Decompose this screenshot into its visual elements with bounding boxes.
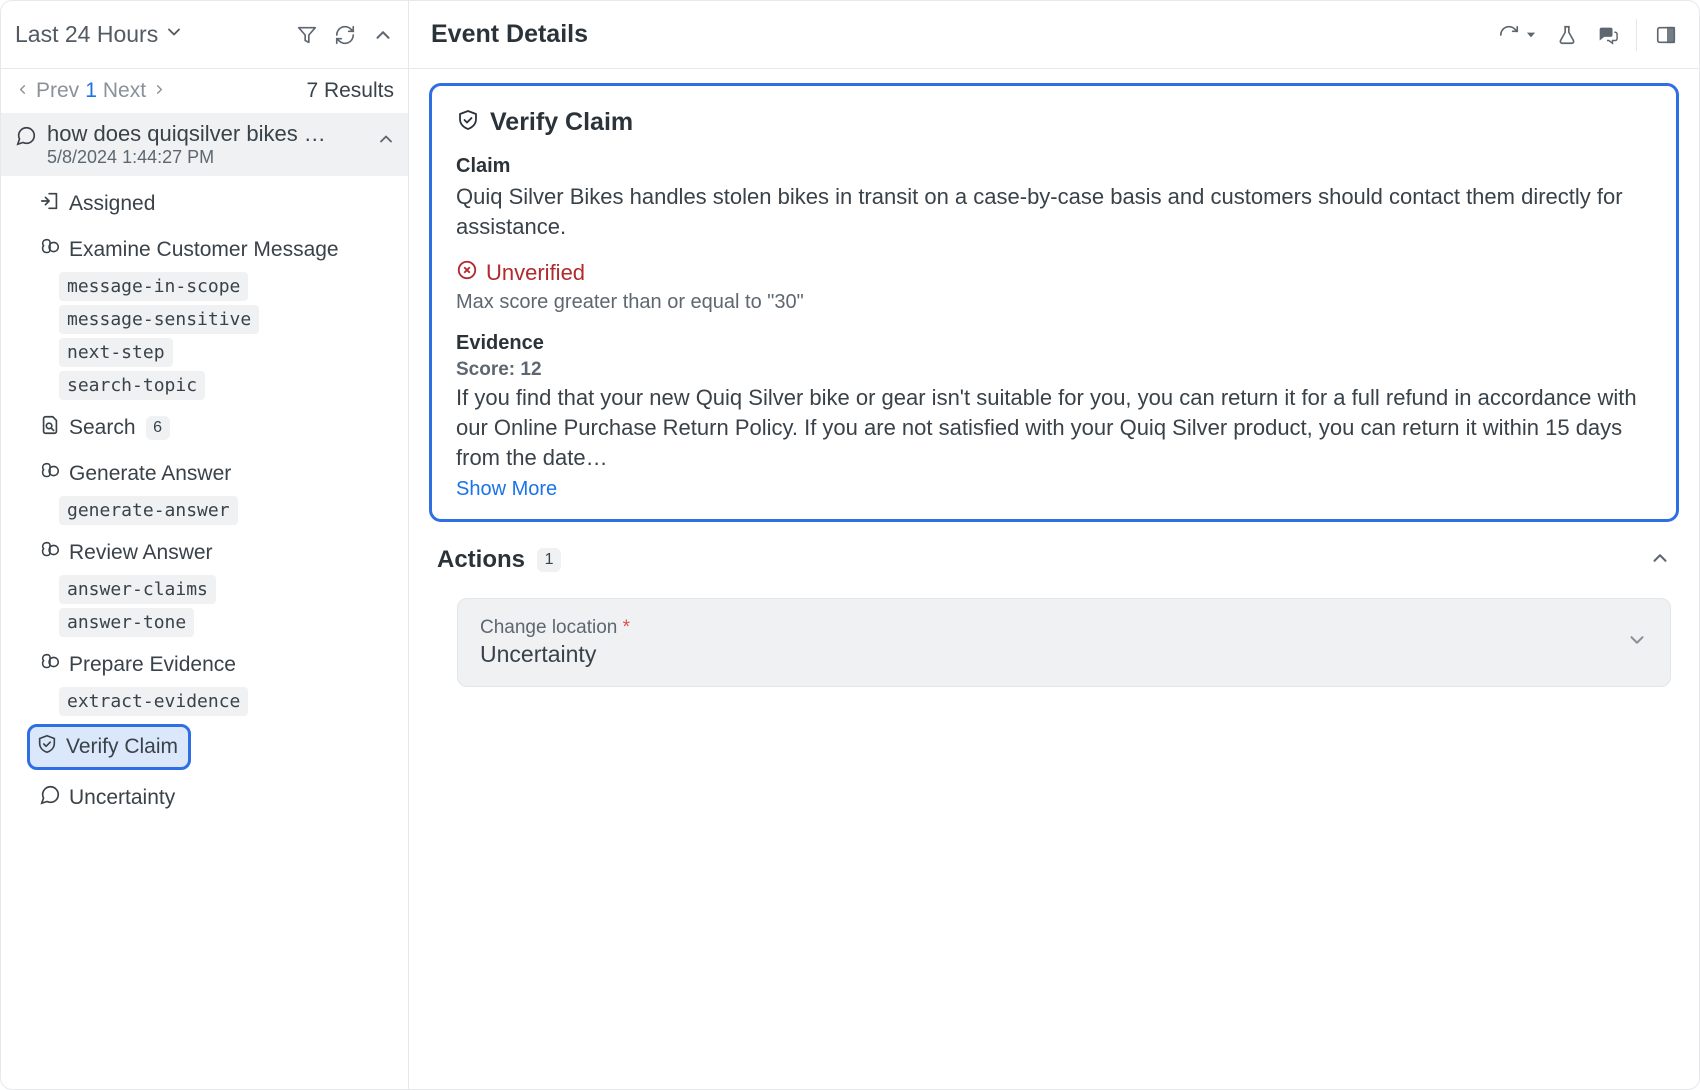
actions-section-header[interactable]: Actions 1 xyxy=(409,546,1699,574)
required-indicator: * xyxy=(623,617,630,638)
brain-icon xyxy=(39,460,61,488)
show-more-link[interactable]: Show More xyxy=(456,478,1652,501)
filter-icon[interactable] xyxy=(296,24,318,46)
node-label: Assigned xyxy=(69,192,155,216)
chevron-left-icon[interactable] xyxy=(15,79,30,103)
main-panel: Event Details xyxy=(409,1,1699,1089)
panel-toggle-icon[interactable] xyxy=(1655,24,1677,46)
chip[interactable]: answer-tone xyxy=(59,608,194,637)
action-field-value: Uncertainty xyxy=(480,641,630,668)
brain-icon xyxy=(39,236,61,264)
status-label: Unverified xyxy=(486,260,585,286)
results-count: 7 Results xyxy=(306,79,394,103)
speech-icon xyxy=(15,125,37,152)
chip[interactable]: message-in-scope xyxy=(59,272,248,301)
count-badge: 6 xyxy=(146,416,170,440)
actions-title: Actions xyxy=(437,546,525,574)
shield-check-icon xyxy=(456,108,480,137)
error-circle-icon xyxy=(456,259,478,287)
collapse-actions-icon[interactable] xyxy=(1649,547,1671,574)
node-generate[interactable]: Generate Answer xyxy=(1,456,408,492)
node-review[interactable]: Review Answer xyxy=(1,535,408,571)
evidence-text: If you find that your new Quiq Silver bi… xyxy=(456,383,1652,472)
chat-icon[interactable] xyxy=(1596,24,1618,46)
chip[interactable]: search-topic xyxy=(59,371,205,400)
claim-text: Quiq Silver Bikes handles stolen bikes i… xyxy=(456,182,1652,241)
node-label: Generate Answer xyxy=(69,462,231,486)
chevron-down-icon xyxy=(164,21,184,48)
actions-count: 1 xyxy=(537,548,561,572)
page-title: Event Details xyxy=(431,20,588,49)
chip[interactable]: next-step xyxy=(59,338,173,367)
node-label: Examine Customer Message xyxy=(69,238,339,262)
chevron-down-icon xyxy=(1626,629,1648,656)
chip[interactable]: answer-claims xyxy=(59,575,216,604)
claim-label: Claim xyxy=(456,155,1652,178)
node-label: Prepare Evidence xyxy=(69,653,236,677)
assign-icon xyxy=(39,190,61,218)
node-prepare[interactable]: Prepare Evidence xyxy=(1,647,408,683)
divider xyxy=(1636,19,1637,51)
shield-check-icon xyxy=(36,733,58,761)
time-range-label: Last 24 Hours xyxy=(15,21,158,48)
beaker-icon[interactable] xyxy=(1556,24,1578,46)
chevron-right-icon[interactable] xyxy=(152,79,167,103)
refresh-icon[interactable] xyxy=(334,24,356,46)
chevron-up-icon[interactable] xyxy=(372,24,394,46)
action-field-label: Change location * xyxy=(480,617,630,639)
collapse-event-icon[interactable] xyxy=(376,129,396,154)
evidence-label: Evidence xyxy=(456,332,1652,355)
brain-icon xyxy=(39,539,61,567)
node-label: Verify Claim xyxy=(66,735,178,759)
node-search[interactable]: Search 6 xyxy=(1,410,408,446)
chat-icon xyxy=(39,784,61,812)
evidence-score: Score: 12 xyxy=(456,359,1652,381)
verify-title: Verify Claim xyxy=(490,108,633,137)
node-verify-claim[interactable]: Verify Claim xyxy=(27,724,191,770)
sidebar: Last 24 Hours xyxy=(1,1,409,1089)
brain-icon xyxy=(39,651,61,679)
event-row[interactable]: how does quiqsilver bikes … 5/8/2024 1:4… xyxy=(1,113,408,176)
pager-page: 1 xyxy=(85,79,97,103)
chip[interactable]: message-sensitive xyxy=(59,305,259,334)
sidebar-header: Last 24 Hours xyxy=(1,1,408,69)
document-search-icon xyxy=(39,414,61,442)
action-change-location[interactable]: Change location * Uncertainty xyxy=(457,598,1671,687)
node-label: Uncertainty xyxy=(69,786,175,810)
chip[interactable]: extract-evidence xyxy=(59,687,248,716)
event-timestamp: 5/8/2024 1:44:27 PM xyxy=(47,147,366,168)
node-assigned[interactable]: Assigned xyxy=(1,186,408,222)
status-row: Unverified xyxy=(456,259,1652,287)
pager: Prev 1 Next 7 Results xyxy=(1,69,408,113)
pager-next[interactable]: Next xyxy=(103,79,146,103)
chip[interactable]: generate-answer xyxy=(59,496,238,525)
main-header: Event Details xyxy=(409,1,1699,69)
event-title: how does quiqsilver bikes … xyxy=(47,121,347,147)
node-examine[interactable]: Examine Customer Message xyxy=(1,232,408,268)
node-label: Search xyxy=(69,416,136,440)
verify-claim-card: Verify Claim Claim Quiq Silver Bikes han… xyxy=(429,83,1679,522)
pager-prev[interactable]: Prev xyxy=(36,79,79,103)
node-label: Review Answer xyxy=(69,541,213,565)
status-rule: Max score greater than or equal to "30" xyxy=(456,291,1652,314)
refresh-dropdown[interactable] xyxy=(1498,24,1538,46)
time-range-picker[interactable]: Last 24 Hours xyxy=(15,21,184,48)
node-uncertainty[interactable]: Uncertainty xyxy=(1,780,408,816)
